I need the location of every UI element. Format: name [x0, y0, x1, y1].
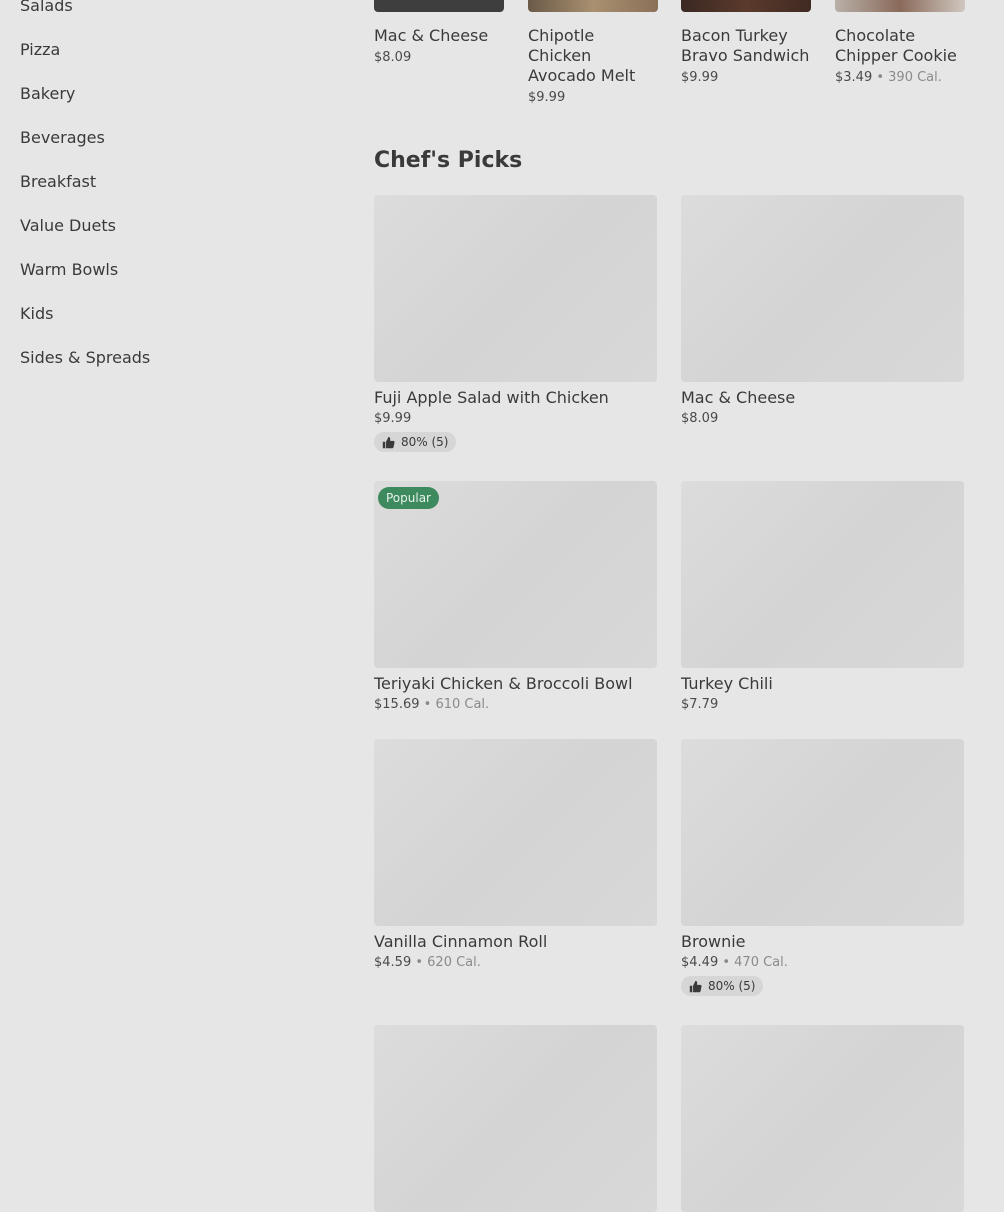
menu-item-name: Mac & Cheese: [374, 26, 489, 45]
menu-item-price-line: $3.49 • 390 Cal.: [835, 70, 965, 85]
menu-item-calories: 470 Cal.: [734, 955, 788, 970]
menu-item-image: [681, 0, 811, 12]
menu-item-price-line: $15.69 • 610 Cal.: [374, 697, 657, 712]
separator-dot: •: [872, 70, 889, 85]
sidebar-item-salads[interactable]: Salads: [20, 0, 150, 28]
menu-item-price: $7.79: [681, 697, 719, 712]
menu-item-price-line: $9.99: [374, 411, 657, 426]
menu-item-price-line: $7.79: [681, 697, 964, 712]
menu-item-name: Turkey Chili: [681, 674, 773, 693]
menu-item-card[interactable]: Bacon Turkey Bravo Sandwich $9.99: [681, 0, 811, 85]
menu-item-name: Chocolate Chipper Cookie: [835, 26, 957, 65]
menu-item-image: Popular: [374, 481, 657, 668]
menu-item-image: [374, 195, 657, 382]
rating-text: 80% (5): [401, 435, 449, 449]
chef-pick-card[interactable]: [374, 1025, 657, 1212]
menu-item-price: $3.49: [835, 70, 873, 85]
chef-pick-card[interactable]: Fuji Apple Salad with Chicken $9.99 80% …: [374, 195, 657, 453]
menu-item-image: [681, 481, 964, 668]
sidebar-item-sides-spreads[interactable]: Sides & Spreads: [20, 336, 150, 380]
menu-item-price: $15.69: [374, 697, 420, 712]
chef-pick-card[interactable]: Turkey Chili $7.79: [681, 481, 964, 712]
menu-item-image: [681, 195, 964, 382]
separator-dot: •: [718, 955, 735, 970]
menu-item-name: Mac & Cheese: [681, 388, 796, 407]
menu-item-price: $9.99: [528, 90, 566, 105]
menu-item-price-line: $9.99: [681, 70, 811, 85]
rating-text: 80% (5): [708, 979, 756, 993]
menu-item-price: $8.09: [681, 411, 719, 426]
menu-item-price-line: $4.59 • 620 Cal.: [374, 955, 657, 970]
menu-item-price-line: $9.99: [528, 90, 658, 105]
menu-item-price: $9.99: [681, 70, 719, 85]
menu-item-price: $8.09: [374, 50, 412, 65]
menu-item-image: [374, 1025, 657, 1212]
category-sidebar: Salads Pizza Bakery Beverages Breakfast …: [20, 0, 150, 380]
separator-dot: •: [411, 955, 428, 970]
menu-item-card[interactable]: Mac & Cheese $8.09: [374, 0, 504, 65]
menu-item-calories: 610 Cal.: [435, 697, 490, 712]
menu-item-image: [374, 739, 657, 926]
thumbs-up-icon: [382, 436, 395, 448]
rating-pill: 80% (5): [374, 432, 457, 452]
menu-item-image: [681, 739, 964, 926]
sidebar-item-warm-bowls[interactable]: Warm Bowls: [20, 248, 150, 292]
menu-item-name: Brownie: [681, 932, 746, 951]
menu-item-calories: 390 Cal.: [888, 70, 942, 85]
menu-item-calories: 620 Cal.: [427, 955, 481, 970]
menu-item-image: [374, 0, 504, 12]
menu-item-name: Vanilla Cinnamon Roll: [374, 932, 548, 951]
sidebar-item-kids[interactable]: Kids: [20, 292, 150, 336]
menu-item-name: Bacon Turkey Bravo Sandwich: [681, 26, 810, 65]
menu-item-card[interactable]: Chipotle Chicken Avocado Melt $9.99: [528, 0, 658, 105]
menu-item-price: $9.99: [374, 411, 412, 426]
menu-item-price-line: $4.49 • 470 Cal.: [681, 955, 964, 970]
menu-item-price-line: $8.09: [374, 50, 504, 65]
chef-pick-card[interactable]: Brownie $4.49 • 470 Cal. 80% (5): [681, 739, 964, 997]
menu-item-price: $4.49: [681, 955, 719, 970]
separator-dot: •: [419, 697, 436, 712]
chef-pick-card[interactable]: Mac & Cheese $8.09: [681, 195, 964, 426]
popular-badge: Popular: [378, 487, 439, 509]
sidebar-item-value-duets[interactable]: Value Duets: [20, 204, 150, 248]
menu-item-name: Teriyaki Chicken & Broccoli Bowl: [374, 674, 633, 693]
sidebar-item-bakery[interactable]: Bakery: [20, 72, 150, 116]
sidebar-item-beverages[interactable]: Beverages: [20, 116, 150, 160]
section-title: Chef's Picks: [374, 148, 523, 173]
menu-item-card[interactable]: Chocolate Chipper Cookie $3.49 • 390 Cal…: [835, 0, 965, 85]
chef-pick-card[interactable]: Popular Teriyaki Chicken & Broccoli Bowl…: [374, 481, 657, 712]
menu-item-price-line: $8.09: [681, 411, 964, 426]
menu-item-name: Chipotle Chicken Avocado Melt: [528, 26, 636, 85]
menu-item-name: Fuji Apple Salad with Chicken: [374, 388, 609, 407]
sidebar-item-pizza[interactable]: Pizza: [20, 28, 150, 72]
chef-pick-card[interactable]: Vanilla Cinnamon Roll $4.59 • 620 Cal.: [374, 739, 657, 970]
rating-pill: 80% (5): [681, 976, 764, 996]
menu-item-image: [528, 0, 658, 12]
menu-item-image: [835, 0, 965, 12]
menu-item-price: $4.59: [374, 955, 412, 970]
sidebar-item-breakfast[interactable]: Breakfast: [20, 160, 150, 204]
menu-item-image: [681, 1025, 964, 1212]
chef-pick-card[interactable]: [681, 1025, 964, 1212]
thumbs-up-icon: [689, 980, 702, 992]
